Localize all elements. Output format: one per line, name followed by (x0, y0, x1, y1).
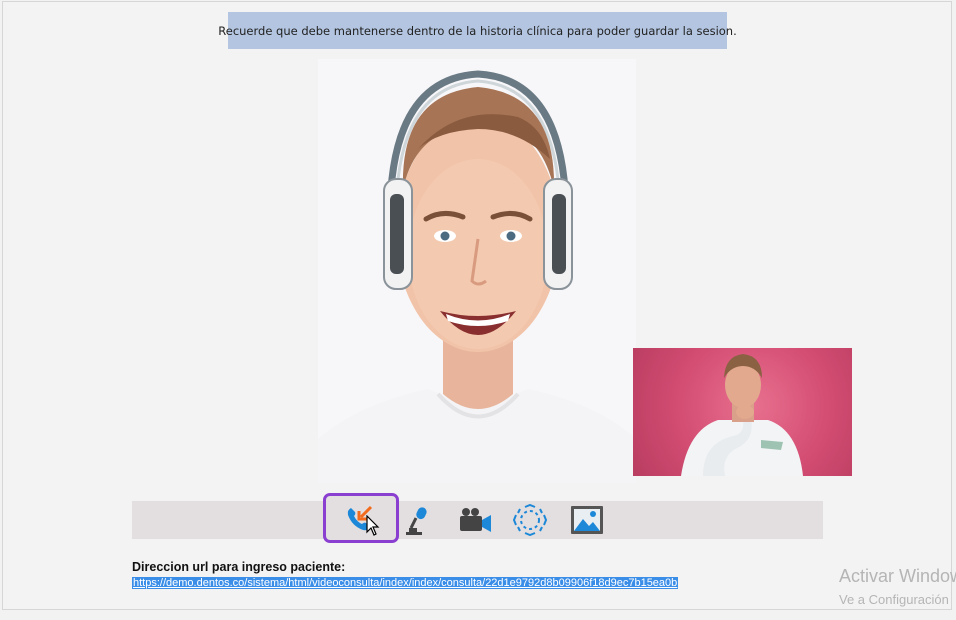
patient-url-label: Direccion url para ingreso paciente: (132, 560, 346, 574)
call-toggle-button[interactable] (323, 493, 399, 543)
picture-icon (571, 506, 603, 534)
local-participant-image (681, 354, 803, 476)
video-camera-icon (460, 508, 491, 532)
microphone-button[interactable] (400, 503, 436, 537)
remote-video (318, 59, 636, 483)
microphone-icon (406, 507, 427, 535)
fullscreen-button[interactable] (512, 503, 548, 537)
remote-participant-image (318, 70, 636, 483)
camera-button[interactable] (457, 503, 493, 537)
call-controls-toolbar (132, 493, 823, 543)
patient-url-link[interactable]: https://demo.dentos.co/sistema/html/vide… (132, 577, 679, 589)
session-notice-text: Recuerde que debe mantenerse dentro de l… (218, 23, 737, 38)
mouse-cursor-icon (366, 515, 380, 536)
local-video (633, 348, 852, 476)
fullscreen-icon (513, 504, 547, 536)
session-notice: Recuerde que debe mantenerse dentro de l… (218, 12, 737, 49)
snapshot-button[interactable] (569, 503, 605, 537)
